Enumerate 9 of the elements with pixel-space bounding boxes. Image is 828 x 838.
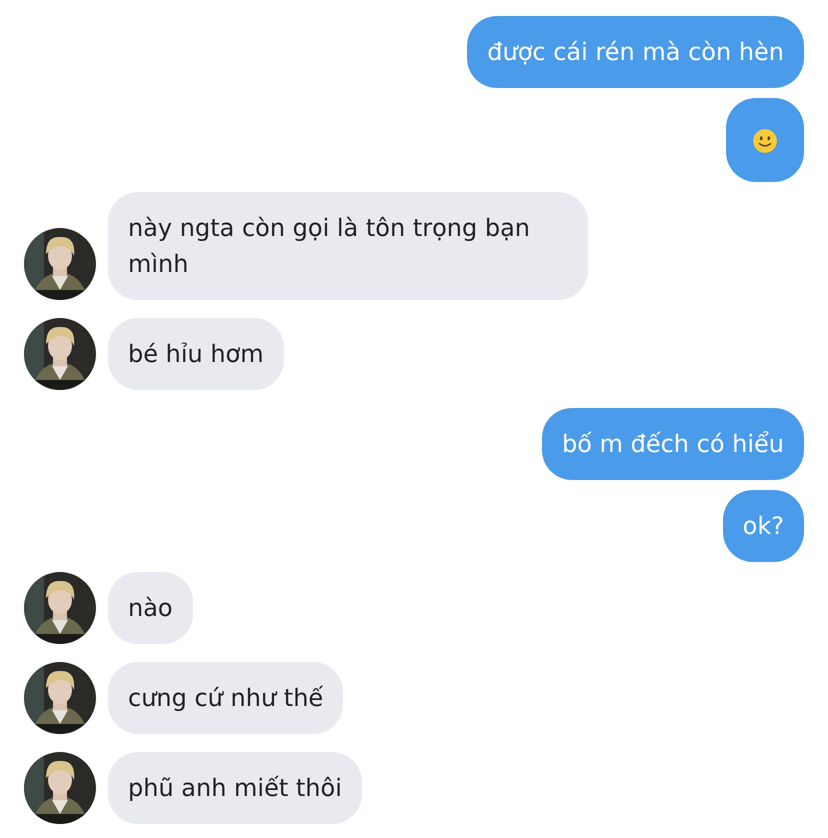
message-bubble: nào bbox=[108, 572, 193, 644]
message-bubble: ok? bbox=[722, 490, 804, 562]
message-bubble: cưng cứ như thế bbox=[108, 662, 344, 734]
message-bubble: này ngta còn gọi là tôn trọng bạn mình bbox=[108, 192, 588, 300]
message-bubble: bố m đếch có hiểu bbox=[542, 408, 804, 480]
message-bubble: bé hỉu hơm bbox=[108, 318, 284, 390]
message-bubble: được cái rén mà còn hèn bbox=[467, 16, 804, 88]
message-bubble: phũ anh miết thôi bbox=[108, 752, 362, 824]
smiley-face-icon bbox=[752, 128, 778, 154]
